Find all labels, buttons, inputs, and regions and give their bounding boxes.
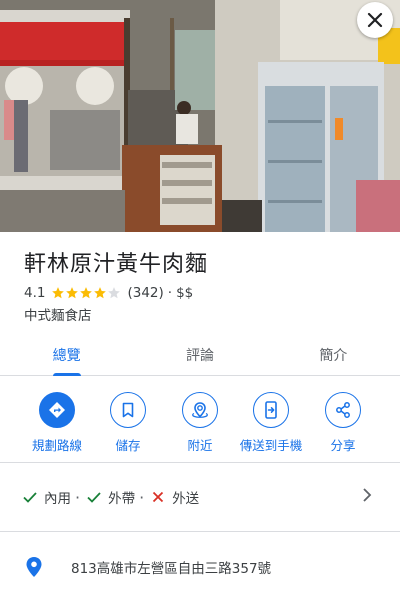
service-label: 內用	[44, 491, 71, 507]
address-row[interactable]: 813高雄市左營區自由三路357號	[0, 548, 400, 584]
tab-label: 簡介	[319, 347, 348, 364]
bookmark-icon	[110, 392, 146, 428]
nearby-icon	[182, 392, 218, 428]
directions-icon	[39, 392, 75, 428]
send-to-phone-icon	[253, 392, 289, 428]
location-pin-icon	[26, 557, 42, 577]
place-category[interactable]: 中式麵食店	[24, 304, 92, 324]
star-filled-icon	[66, 287, 79, 299]
action-label: 儲存	[115, 438, 141, 453]
share-icon	[325, 392, 361, 428]
tab-about[interactable]: 簡介	[267, 334, 400, 375]
star-filled-icon	[94, 287, 107, 299]
action-label: 分享	[330, 438, 356, 453]
action-label: 規劃路線	[31, 438, 82, 453]
close-button[interactable]	[357, 2, 393, 38]
rating-row[interactable]: 4.1 (342) · $$	[24, 284, 193, 302]
place-photo[interactable]	[0, 0, 400, 232]
review-count: (342)	[127, 285, 164, 301]
star-filled-icon	[52, 287, 65, 299]
service-options-row[interactable]: 內用 · 外帶 · 外送	[0, 463, 400, 531]
rating-value: 4.1	[24, 285, 46, 301]
service-delivery: 外送	[150, 487, 199, 507]
price-level: $$	[176, 285, 194, 301]
nearby-button[interactable]: 附近	[160, 392, 240, 454]
service-label: 外送	[172, 491, 200, 507]
tab-bar: 總覽 評論 簡介	[0, 334, 400, 376]
check-icon	[87, 492, 101, 503]
restaurant-interior-photo	[0, 0, 400, 232]
action-label: 附近	[187, 438, 213, 453]
action-label: 傳送到手機	[239, 438, 303, 453]
save-button[interactable]: 儲存	[88, 392, 168, 454]
place-title: 軒林原汁黃牛肉麵	[24, 252, 209, 277]
directions-button[interactable]: 規劃路線	[17, 392, 97, 454]
tab-reviews[interactable]: 評論	[133, 334, 266, 375]
tab-label: 評論	[185, 347, 214, 364]
star-empty-icon	[108, 287, 121, 299]
service-takeout: 外帶	[86, 487, 135, 507]
cross-icon	[153, 491, 164, 503]
tab-label: 總覽	[52, 347, 81, 364]
action-bar: 規劃路線 儲存 附近 傳送到手機 分享	[0, 392, 400, 462]
price-separator: ·	[167, 285, 173, 301]
star-filled-icon	[80, 287, 93, 299]
send-to-phone-button[interactable]: 傳送到手機	[231, 392, 311, 454]
service-separator: ·	[75, 487, 81, 507]
check-icon	[23, 492, 37, 503]
divider	[0, 531, 400, 532]
service-dine-in: 內用	[22, 487, 71, 507]
star-rating	[51, 286, 121, 300]
tab-overview[interactable]: 總覽	[0, 334, 133, 375]
share-button[interactable]: 分享	[303, 392, 383, 454]
chevron-right-icon	[363, 488, 372, 502]
service-separator: ·	[139, 487, 145, 507]
close-icon	[367, 12, 383, 28]
address-text: 813高雄市左營區自由三路357號	[71, 561, 272, 577]
service-label: 外帶	[108, 491, 136, 507]
